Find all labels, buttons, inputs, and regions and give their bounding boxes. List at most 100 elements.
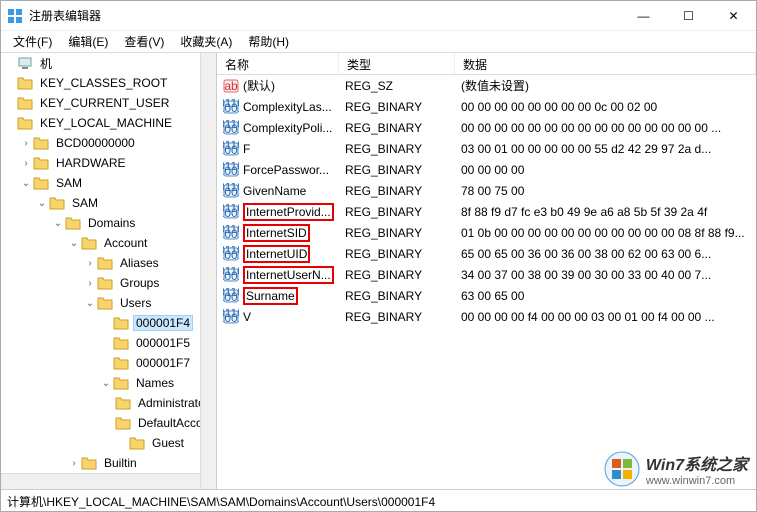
column-name[interactable]: 名称 — [217, 53, 339, 74]
value-type: REG_BINARY — [339, 163, 455, 177]
expander-icon[interactable]: ⌄ — [51, 218, 65, 229]
expander-icon[interactable]: › — [83, 258, 97, 269]
expander-icon[interactable]: ⌄ — [35, 198, 49, 209]
value-row[interactable]: ab(默认)REG_SZ(数值未设置) — [217, 75, 756, 96]
tree-scrollbar-vertical[interactable] — [200, 53, 216, 489]
tree-node[interactable]: ⌄ SAM — [1, 173, 200, 193]
folder-icon — [97, 296, 113, 310]
folder-icon — [113, 336, 129, 350]
value-row[interactable]: 01101001FREG_BINARY03 00 01 00 00 00 00 … — [217, 138, 756, 159]
tree-node[interactable]: 000001F5 — [1, 333, 200, 353]
column-headers: 名称 类型 数据 — [217, 53, 756, 75]
tree-node-label: SAM — [53, 175, 85, 191]
expander-icon[interactable]: ⌄ — [83, 298, 97, 309]
tree-node[interactable]: KEY_LOCAL_MACHINE — [1, 113, 200, 133]
value-row[interactable]: 01101001ComplexityLas...REG_BINARY00 00 … — [217, 96, 756, 117]
value-type: REG_BINARY — [339, 142, 455, 156]
value-type: REG_BINARY — [339, 100, 455, 114]
value-data: 00 00 00 00 00 00 00 00 00 00 00 00 00 0… — [455, 121, 756, 135]
tree-node-label: Administrator — [135, 395, 200, 411]
value-row[interactable]: 01101001ForcePasswor...REG_BINARY00 00 0… — [217, 159, 756, 180]
folder-icon — [129, 436, 145, 450]
minimize-button[interactable]: — — [621, 1, 666, 31]
binary-value-icon: 01101001 — [223, 309, 239, 325]
value-name: GivenName — [243, 184, 306, 198]
value-row[interactable]: 01101001InternetUIDREG_BINARY65 00 65 00… — [217, 243, 756, 264]
menu-view[interactable]: 查看(V) — [116, 31, 172, 52]
tree-node[interactable]: ›Groups — [1, 273, 200, 293]
tree-node[interactable]: ⌄ Domains — [1, 213, 200, 233]
value-type: REG_BINARY — [339, 289, 455, 303]
svg-text:1001: 1001 — [223, 206, 239, 220]
tree-node[interactable]: 000001F4 — [1, 313, 200, 333]
folder-icon — [17, 76, 33, 90]
expander-icon[interactable]: ⌄ — [99, 378, 113, 389]
value-row[interactable]: 01101001InternetSIDREG_BINARY01 0b 00 00… — [217, 222, 756, 243]
value-name: ComplexityLas... — [243, 100, 332, 114]
value-row[interactable]: 01101001GivenNameREG_BINARY78 00 75 00 — [217, 180, 756, 201]
expander-icon[interactable]: › — [67, 458, 81, 469]
value-name-cell: 01101001Surname — [217, 287, 339, 305]
svg-text:1001: 1001 — [223, 143, 239, 157]
expander-icon[interactable]: › — [19, 158, 33, 169]
value-row[interactable]: 01101001SurnameREG_BINARY63 00 65 00 — [217, 285, 756, 306]
tree-node[interactable]: › Builtin — [1, 453, 200, 473]
expander-icon[interactable]: ⌄ — [67, 238, 81, 249]
value-type: REG_BINARY — [339, 247, 455, 261]
value-data: 8f 88 f9 d7 fc e3 b0 49 9e a6 a8 5b 5f 3… — [455, 205, 756, 219]
value-name-cell: 01101001 GivenName — [217, 183, 339, 199]
binary-value-icon: 01101001 — [223, 183, 239, 199]
tree-node-label: DefaultAccount — [135, 415, 200, 431]
tree-node-label: 000001F7 — [133, 355, 193, 371]
tree-node[interactable]: ⌄Account — [1, 233, 200, 253]
tree-node-label: Domains — [85, 215, 138, 231]
menu-edit[interactable]: 编辑(E) — [60, 31, 116, 52]
expander-icon[interactable]: ⌄ — [19, 178, 33, 189]
value-data: 00 00 00 00 — [455, 163, 756, 177]
value-type: REG_BINARY — [339, 121, 455, 135]
tree-node[interactable]: ⌄Names — [1, 373, 200, 393]
tree-root[interactable]: 机 — [1, 53, 200, 73]
value-name-cell: 01101001InternetProvid... — [217, 203, 339, 221]
svg-text:1001: 1001 — [223, 311, 239, 325]
menu-help[interactable]: 帮助(H) — [240, 31, 297, 52]
tree-node[interactable]: ›BCD00000000 — [1, 133, 200, 153]
tree-node[interactable]: ›HARDWARE — [1, 153, 200, 173]
tree-node[interactable]: KEY_CLASSES_ROOT — [1, 73, 200, 93]
maximize-button[interactable]: ☐ — [666, 1, 711, 31]
tree-node[interactable]: KEY_CURRENT_USER — [1, 93, 200, 113]
value-name: ForcePasswor... — [243, 163, 329, 177]
content-area: 机KEY_CLASSES_ROOT KEY_CURRENT_USER KEY_LOC… — [1, 53, 756, 489]
close-button[interactable]: ✕ — [711, 1, 756, 31]
tree-node-label: Guest — [149, 435, 187, 451]
svg-text:1001: 1001 — [223, 269, 239, 283]
value-row[interactable]: 01101001ComplexityPoli...REG_BINARY00 00… — [217, 117, 756, 138]
menu-favorites[interactable]: 收藏夹(A) — [172, 31, 240, 52]
tree-scrollbar-horizontal[interactable] — [1, 473, 200, 489]
folder-icon — [17, 96, 33, 110]
tree-node[interactable]: ⌄Users — [1, 293, 200, 313]
menu-file[interactable]: 文件(F) — [5, 31, 60, 52]
tree-node[interactable]: ⌄SAM — [1, 193, 200, 213]
expander-icon[interactable]: › — [83, 278, 97, 289]
tree-node[interactable]: DefaultAccount — [1, 413, 200, 433]
value-row[interactable]: 01101001InternetProvid...REG_BINARY8f 88… — [217, 201, 756, 222]
expander-icon[interactable]: › — [19, 138, 33, 149]
tree-node[interactable]: ›Aliases — [1, 253, 200, 273]
column-data[interactable]: 数据 — [455, 53, 756, 74]
value-name: InternetUID — [243, 245, 310, 263]
tree-node[interactable]: 000001F7 — [1, 353, 200, 373]
value-row[interactable]: 01101001VREG_BINARY00 00 00 00 f4 00 00 … — [217, 306, 756, 327]
tree-node-label: Builtin — [101, 455, 140, 471]
value-name-cell: ab(默认) — [217, 77, 339, 94]
binary-value-icon: 01101001 — [223, 120, 239, 136]
tree-node-label: 000001F4 — [133, 315, 193, 331]
tree-node[interactable]: Administrator — [1, 393, 200, 413]
value-row[interactable]: 01101001InternetUserN...REG_BINARY34 00 … — [217, 264, 756, 285]
value-name-cell: 01101001ComplexityLas... — [217, 99, 339, 115]
tree-node[interactable]: Guest — [1, 433, 200, 453]
binary-value-icon: 01101001 — [223, 204, 239, 220]
tree-node-label: KEY_CURRENT_USER — [37, 95, 172, 111]
folder-icon — [33, 136, 49, 150]
column-type[interactable]: 类型 — [339, 53, 455, 74]
